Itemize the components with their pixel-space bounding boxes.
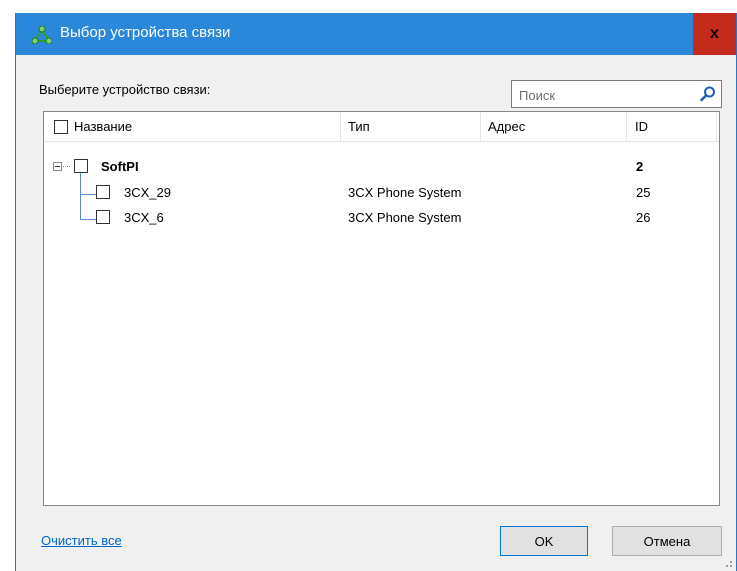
select-all-checkbox[interactable] — [54, 119, 68, 134]
tree-row-child[interactable]: 3CX_6 3CX Phone System 26 — [44, 204, 719, 230]
device-id: 2 — [636, 158, 644, 174]
search-box[interactable] — [511, 80, 722, 108]
device-name: 3CX_6 — [124, 209, 164, 225]
column-id-label: ID — [635, 119, 648, 134]
collapse-toggle-icon[interactable] — [53, 162, 62, 171]
column-header-name[interactable]: Название — [44, 112, 341, 141]
title-bar: Выбор устройства связи x — [16, 13, 736, 55]
dialog-window: Выбор устройства связи x Выберите устрой… — [15, 13, 737, 571]
column-type-label: Тип — [348, 119, 370, 134]
device-type: 3CX Phone System — [348, 209, 462, 225]
column-address-label: Адрес — [488, 119, 526, 134]
ok-button[interactable]: OK — [500, 526, 588, 556]
device-list[interactable]: Название Тип Адрес ID SoftPI 2 3CX_29 3C… — [43, 111, 720, 506]
tree-row-child[interactable]: 3CX_29 3CX Phone System 25 — [44, 179, 719, 205]
column-name-label: Название — [74, 119, 133, 134]
device-type: 3CX Phone System — [348, 184, 462, 200]
search-icon[interactable] — [699, 85, 717, 103]
column-header-type[interactable]: Тип — [341, 112, 481, 141]
network-nodes-icon — [32, 26, 52, 44]
device-id: 26 — [636, 209, 651, 225]
search-input[interactable] — [517, 84, 691, 106]
device-name: 3CX_29 — [124, 184, 171, 200]
list-header: Название Тип Адрес ID — [44, 112, 719, 142]
tree-row-root[interactable]: SoftPI 2 — [44, 153, 719, 179]
prompt-label: Выберите устройство связи: — [39, 82, 211, 97]
row-checkbox[interactable] — [96, 210, 110, 224]
column-header-id[interactable]: ID — [627, 112, 717, 141]
close-icon: x — [710, 25, 719, 42]
resize-grip-icon[interactable] — [723, 558, 733, 568]
cancel-button[interactable]: Отмена — [612, 526, 722, 556]
device-id: 25 — [636, 184, 651, 200]
row-checkbox[interactable] — [96, 185, 110, 199]
clear-all-link[interactable]: Очистить все — [41, 533, 122, 548]
row-checkbox[interactable] — [74, 159, 88, 173]
close-button[interactable]: x — [693, 13, 736, 55]
column-header-address[interactable]: Адрес — [481, 112, 627, 141]
device-name: SoftPI — [101, 158, 139, 174]
window-title: Выбор устройства связи — [60, 24, 231, 41]
